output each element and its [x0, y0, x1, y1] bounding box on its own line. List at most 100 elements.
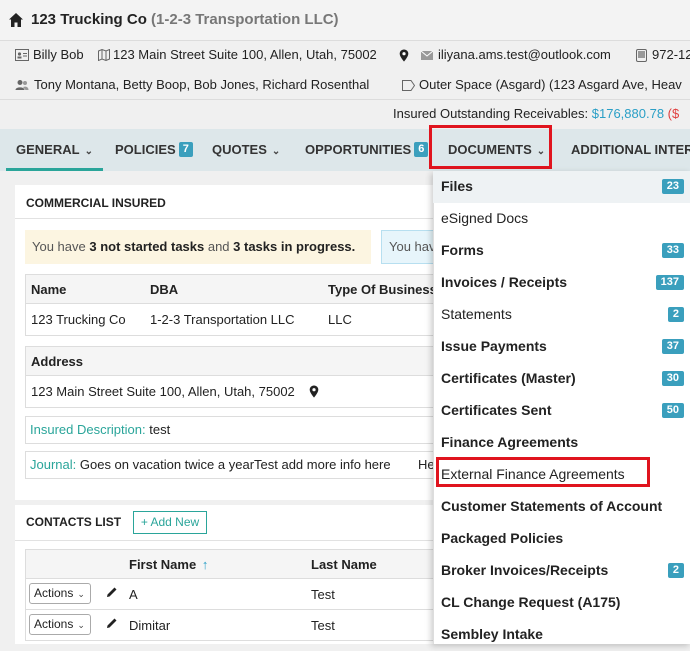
phone-icon [636, 49, 647, 62]
house-icon [8, 12, 24, 28]
cell-first-name: Dimitar [129, 618, 171, 633]
secondary-alert: You hav [381, 230, 441, 264]
tasks-alert: You have 3 not started tasks and 3 tasks… [25, 230, 371, 264]
menu-item-label: eSigned Docs [441, 210, 529, 226]
documents-menu-item-invoices-receipts[interactable]: Invoices / Receipts 137 [433, 267, 690, 299]
tab-label: QUOTES [212, 142, 267, 157]
column-label: First Name [129, 557, 197, 572]
address-label: Address [31, 354, 84, 369]
journal-value: Goes on vacation twice a yearTest add mo… [79, 457, 391, 472]
column-header-first-name[interactable]: First Name ↑ [129, 557, 208, 572]
location-pin-icon [399, 49, 409, 62]
tab-label: OPPORTUNITIES [305, 142, 412, 157]
menu-item-label: Statements [441, 306, 512, 322]
menu-item-label: Customer Statements of Account [441, 498, 663, 514]
documents-menu-item-finance-agreements[interactable]: Finance Agreements [433, 427, 690, 459]
add-new-contact-button[interactable]: + Add New [133, 511, 207, 534]
tab-label: POLICIES [115, 142, 176, 157]
insured-email[interactable]: iliyana.ams.test@outlook.com [438, 47, 611, 67]
menu-item-label: Files [441, 178, 473, 194]
description-value: test [149, 422, 171, 437]
insured-location[interactable]: Outer Space (Asgard) (123 Asgard Ave, He… [419, 77, 682, 97]
documents-menu-item-statements[interactable]: Statements 2 [433, 299, 690, 331]
insured-title: 123 Trucking Co (1-2-3 Transportation LL… [31, 11, 339, 28]
cell-name: 123 Trucking Co [31, 312, 126, 327]
documents-menu-item-certificates-master[interactable]: Certificates (Master) 30 [433, 363, 690, 395]
column-header-last-name[interactable]: Last Name [311, 557, 377, 572]
documents-menu-item-packaged-policies[interactable]: Packaged Policies [433, 523, 690, 555]
tab-general[interactable]: GENERAL ⌄ [6, 129, 103, 171]
divider [0, 40, 690, 41]
journal: Journal: Goes on vacation twice a yearTe… [30, 457, 391, 472]
envelope-icon [421, 51, 433, 60]
primary-contact[interactable]: Billy Bob [33, 47, 84, 67]
cell-first-name: A [129, 587, 138, 602]
location-pin-icon [309, 385, 319, 398]
tab-opportunities[interactable]: OPPORTUNITIES 6 [305, 129, 429, 171]
chevron-down-icon: ⌄ [84, 146, 93, 157]
assigned-agents: Tony Montana, Betty Boop, Bob Jones, Ric… [34, 77, 370, 92]
menu-item-label: Forms [441, 242, 484, 258]
tasks-and: and [204, 239, 234, 254]
tab-policies[interactable]: POLICIES 7 [115, 129, 193, 171]
insured-address[interactable]: 123 Main Street Suite 100, Allen, Utah, … [113, 47, 377, 67]
tab-quotes[interactable]: QUOTES ⌄ [212, 129, 280, 171]
column-header-name[interactable]: Name [31, 282, 66, 297]
panel-title: COMMERCIAL INSURED [26, 196, 166, 210]
chevron-down-icon: ⌄ [77, 589, 85, 599]
actions-dropdown[interactable]: Actions ⌄ [29, 583, 91, 604]
cell-last-name: Test [311, 618, 335, 633]
menu-item-label: Invoices / Receipts [441, 274, 568, 290]
menu-item-count-badge: 2 [667, 307, 684, 322]
tab-label: ADDITIONAL INTER [571, 142, 690, 157]
contacts-title: CONTACTS LIST [26, 515, 122, 529]
documents-menu-item-certificates-sent[interactable]: Certificates Sent 50 [433, 395, 690, 427]
divider [15, 218, 435, 219]
cell-dba: 1-2-3 Transportation LLC [150, 312, 295, 327]
menu-item-count-badge: 50 [661, 403, 684, 418]
edit-pencil-icon[interactable] [106, 586, 118, 598]
tasks-not-started[interactable]: 3 not started tasks [89, 239, 204, 254]
menu-item-label: Issue Payments [441, 338, 547, 354]
edit-pencil-icon[interactable] [106, 617, 118, 629]
sort-arrow-up-icon: ↑ [201, 557, 209, 572]
documents-menu-item-issue-payments[interactable]: Issue Payments 37 [433, 331, 690, 363]
divider [0, 99, 690, 100]
chevron-down-icon: ⌄ [77, 620, 85, 630]
address-value[interactable]: 123 Main Street Suite 100, Allen, Utah, … [31, 384, 295, 399]
documents-menu-item-esigned-docs[interactable]: eSigned Docs [433, 203, 690, 235]
outstanding-receivables: Insured Outstanding Receivables: $176,88… [393, 106, 679, 121]
insured-description: Insured Description: test [30, 422, 170, 437]
documents-menu-item-forms[interactable]: Forms 33 [433, 235, 690, 267]
actions-dropdown[interactable]: Actions ⌄ [29, 614, 91, 635]
menu-item-count-badge: 37 [661, 339, 684, 354]
receivables-label: Insured Outstanding Receivables: [393, 106, 589, 121]
menu-item-count-badge: 23 [661, 179, 684, 194]
description-label: Insured Description: [30, 422, 146, 437]
tab-additional-interests[interactable]: ADDITIONAL INTER [571, 129, 690, 171]
insured-phone[interactable]: 972-12 [652, 47, 690, 67]
documents-menu-item-sembley-intake[interactable]: Sembley Intake [433, 619, 690, 651]
tab-badge: 7 [178, 142, 193, 158]
menu-item-label: Certificates Sent [441, 402, 552, 418]
documents-menu-item-broker-invoices-receipts[interactable]: Broker Invoices/Receipts 2 [433, 555, 690, 587]
documents-menu-item-files[interactable]: Files 23 [433, 171, 690, 203]
tasks-in-progress[interactable]: 3 tasks in progress. [233, 239, 355, 254]
users-icon [15, 79, 29, 91]
tab-label: GENERAL [16, 142, 80, 157]
tasks-prefix: You have [32, 239, 90, 254]
menu-item-label: Sembley Intake [441, 626, 543, 642]
menu-item-label: Packaged Policies [441, 530, 564, 546]
insured-dba: (1-2-3 Transportation LLC) [151, 11, 339, 28]
journal-label: Journal: [30, 457, 77, 472]
map-icon [98, 49, 110, 61]
documents-menu-item-cl-change-request-a175[interactable]: CL Change Request (A175) [433, 587, 690, 619]
column-header-dba[interactable]: DBA [150, 282, 178, 297]
documents-menu-item-customer-statements-of-account[interactable]: Customer Statements of Account [433, 491, 690, 523]
tab-badge: 6 [414, 142, 429, 158]
receivables-amount[interactable]: $176,880.78 [592, 106, 664, 121]
menu-item-label: CL Change Request (A175) [441, 594, 621, 610]
column-header-type-of-business[interactable]: Type Of Business [328, 282, 437, 297]
actions-label: Actions [34, 617, 74, 631]
chevron-down-icon: ⌄ [271, 146, 281, 157]
